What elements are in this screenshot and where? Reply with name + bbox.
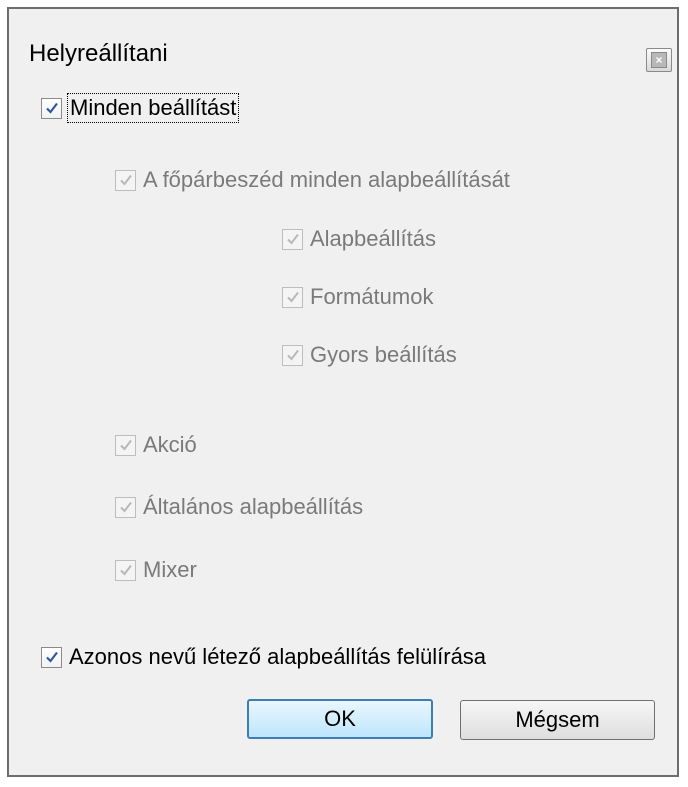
general-presets-label: Általános alapbeállítás	[143, 494, 364, 519]
formats-label: Formátumok	[310, 284, 434, 309]
general-presets-checkbox[interactable]: Általános alapbeállítás	[115, 494, 363, 520]
quick-settings-checkbox[interactable]: Gyors beállítás	[282, 342, 457, 368]
checkmark-icon	[45, 651, 58, 663]
restore-dialog: Helyreállítani × Minden beállítást A főp…	[7, 7, 679, 777]
cancel-button[interactable]: Mégsem	[460, 700, 655, 740]
checkbox-box	[115, 559, 136, 581]
checkbox-box	[282, 228, 303, 250]
formats-checkbox[interactable]: Formátumok	[282, 284, 433, 310]
checkmark-icon	[286, 233, 299, 245]
checkmark-icon	[119, 501, 132, 513]
checkmark-icon	[119, 564, 132, 576]
action-checkbox[interactable]: Akció	[115, 432, 197, 458]
cancel-button-label: Mégsem	[515, 707, 600, 732]
action-label: Akció	[143, 432, 197, 457]
ok-button-label: OK	[324, 706, 356, 731]
checkbox-box	[41, 97, 62, 119]
checkmark-icon	[119, 174, 132, 186]
main-dialog-presets-label: A főpárbeszéd minden alapbeállítását	[143, 167, 510, 192]
checkbox-box	[282, 344, 303, 366]
main-dialog-presets-checkbox[interactable]: A főpárbeszéd minden alapbeállítását	[115, 167, 510, 193]
preset-checkbox[interactable]: Alapbeállítás	[282, 226, 436, 252]
close-button[interactable]: ×	[646, 48, 672, 72]
checkbox-box	[115, 169, 136, 191]
mixer-checkbox[interactable]: Mixer	[115, 557, 197, 583]
all-settings-label: Minden beállítást	[66, 93, 240, 123]
preset-label: Alapbeállítás	[310, 226, 436, 251]
close-icon: ×	[651, 52, 667, 68]
checkmark-icon	[119, 439, 132, 451]
close-glyph: ×	[655, 53, 663, 67]
overwrite-existing-label: Azonos nevű létező alapbeállítás felülír…	[69, 644, 487, 669]
quick-settings-label: Gyors beállítás	[310, 342, 457, 367]
checkmark-icon	[286, 349, 299, 361]
overwrite-existing-checkbox[interactable]: Azonos nevű létező alapbeállítás felülír…	[41, 644, 486, 670]
checkmark-icon	[45, 102, 58, 114]
dialog-title: Helyreállítani	[29, 40, 168, 67]
mixer-label: Mixer	[143, 557, 197, 582]
all-settings-checkbox[interactable]: Minden beállítást	[41, 93, 240, 123]
checkmark-icon	[286, 291, 299, 303]
checkbox-box	[41, 646, 62, 668]
checkbox-box	[282, 286, 303, 308]
checkbox-box	[115, 434, 136, 456]
checkbox-box	[115, 496, 136, 518]
ok-button[interactable]: OK	[247, 699, 433, 739]
